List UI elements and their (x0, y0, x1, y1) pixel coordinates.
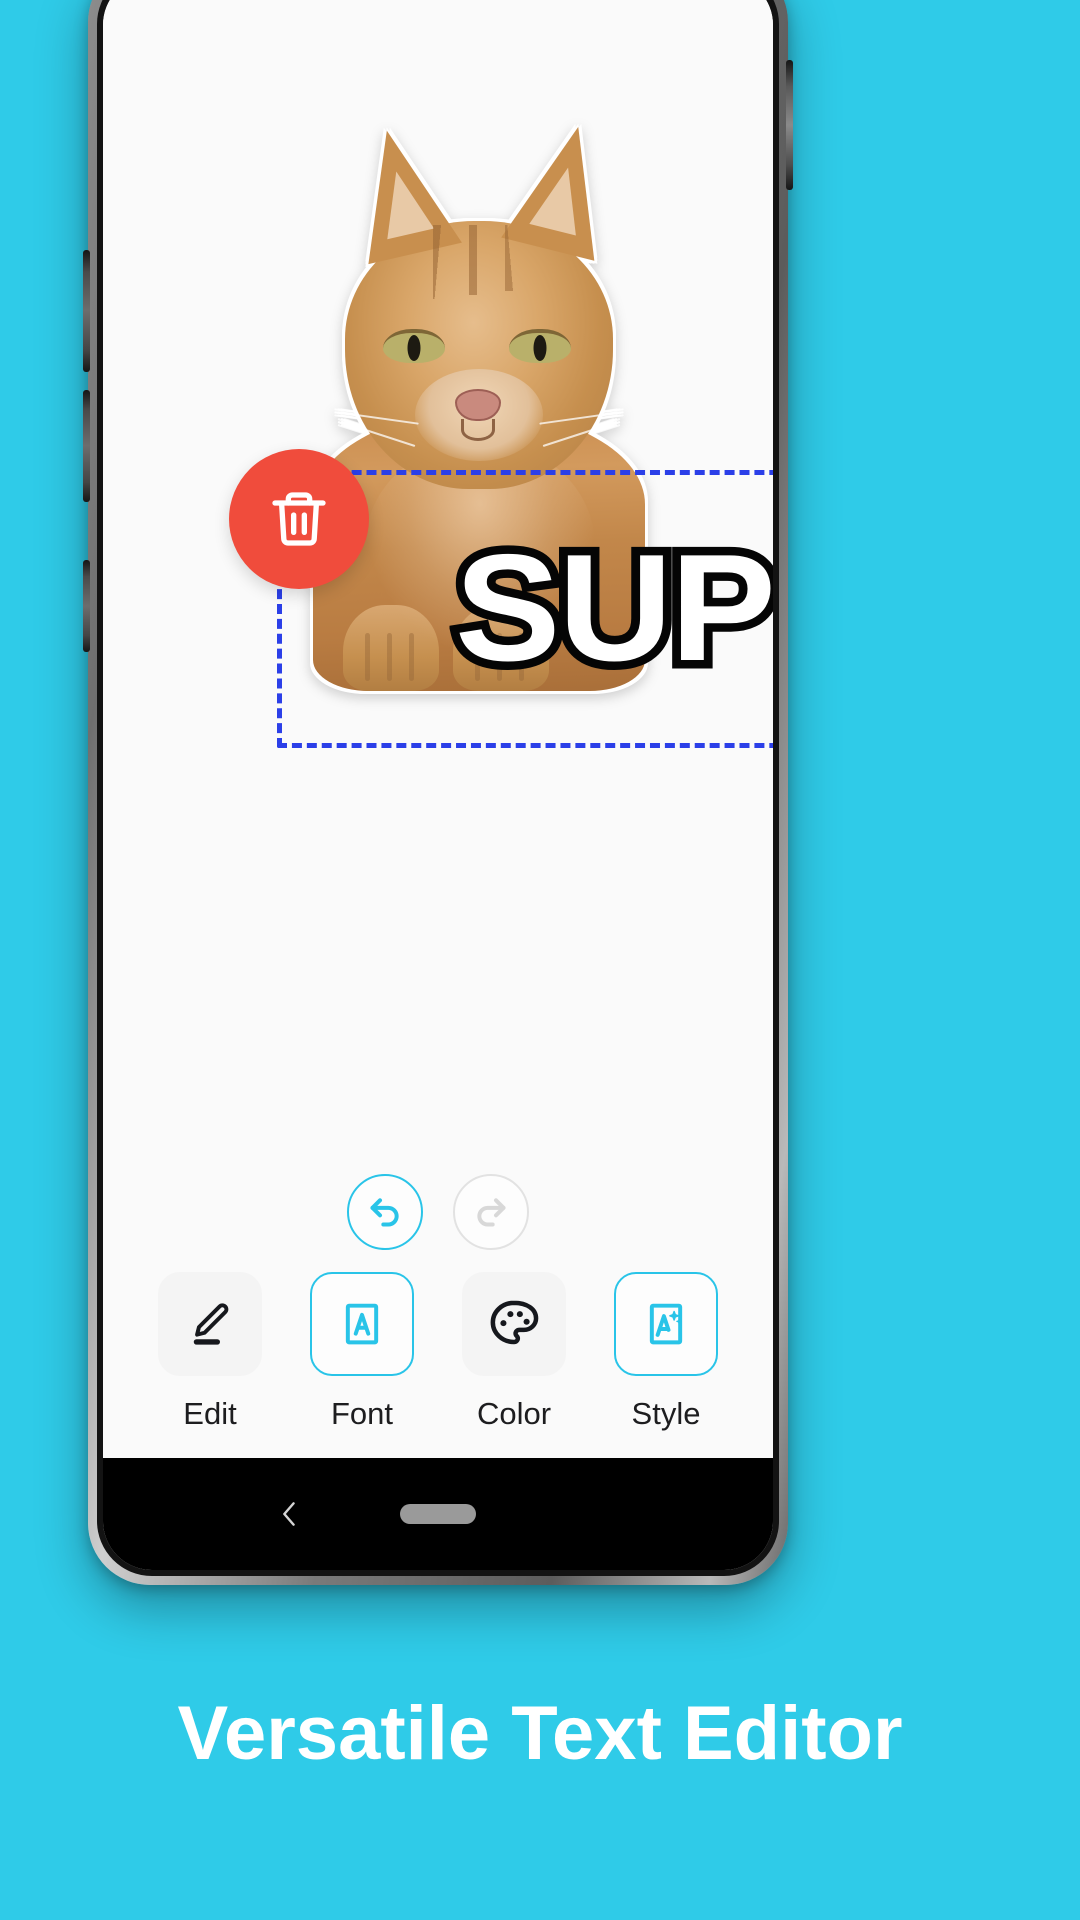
toolbar-item-font[interactable]: Font (297, 1272, 427, 1432)
cat-head (337, 115, 625, 489)
chevron-left-icon (283, 1502, 295, 1526)
phone-screen: SUP Edit Font Color Style (103, 0, 773, 1570)
toolbar-item-style-label: Style (631, 1396, 701, 1431)
palette-icon (490, 1300, 539, 1345)
toolbar-item-font-label: Font (330, 1396, 394, 1431)
toolbar-item-style-box[interactable] (614, 1272, 718, 1376)
cat-whisker (337, 411, 419, 425)
toolbar-item-color[interactable]: Color (449, 1272, 579, 1432)
android-navigation-bar (103, 1458, 773, 1570)
cat-eye-right (509, 329, 571, 363)
redo-arrow-icon (477, 1198, 506, 1227)
delete-sticker-button[interactable] (229, 449, 369, 589)
cat-mouth (461, 419, 495, 441)
text-editor-toolbar: Edit Font Color Style (103, 1264, 773, 1458)
undo-button[interactable] (347, 1174, 423, 1250)
nav-back-button[interactable] (270, 1494, 310, 1534)
phone-bezel: SUP Edit Font Color Style (97, 0, 779, 1576)
toolbar-item-style[interactable]: Style (601, 1272, 731, 1432)
toolbar-item-edit[interactable]: Edit (145, 1272, 275, 1432)
nav-home-pill[interactable] (400, 1504, 476, 1524)
undo-arrow-icon (370, 1198, 399, 1227)
pencil-underline-icon (193, 1303, 229, 1345)
cat-eye-left (383, 329, 445, 363)
cat-whisker (542, 420, 618, 448)
toolbar-item-color-label: Color (476, 1396, 552, 1431)
cat-forehead-stripes (423, 225, 535, 299)
mute-hardware-button[interactable] (83, 560, 90, 652)
letter-a-sparkle-icon (649, 1303, 683, 1345)
toolbar-item-font-box[interactable] (310, 1272, 414, 1376)
promo-caption: Versatile Text Editor (177, 1691, 903, 1776)
trash-icon (272, 492, 326, 546)
toolbar-item-edit-label: Edit (183, 1396, 237, 1431)
history-controls (103, 1164, 773, 1264)
phone-device-mockup: SUP Edit Font Color Style (83, 0, 793, 1585)
volume-down-hardware-button[interactable] (83, 390, 90, 502)
volume-up-hardware-button[interactable] (83, 250, 90, 372)
toolbar-item-edit-box[interactable] (158, 1272, 262, 1376)
overlay-text[interactable]: SUP (446, 524, 773, 693)
power-hardware-button[interactable] (786, 60, 793, 190)
letter-a-box-icon (345, 1303, 379, 1345)
redo-button[interactable] (453, 1174, 529, 1250)
toolbar-item-color-box[interactable] (462, 1272, 566, 1376)
editor-canvas[interactable]: SUP (103, 0, 773, 1164)
